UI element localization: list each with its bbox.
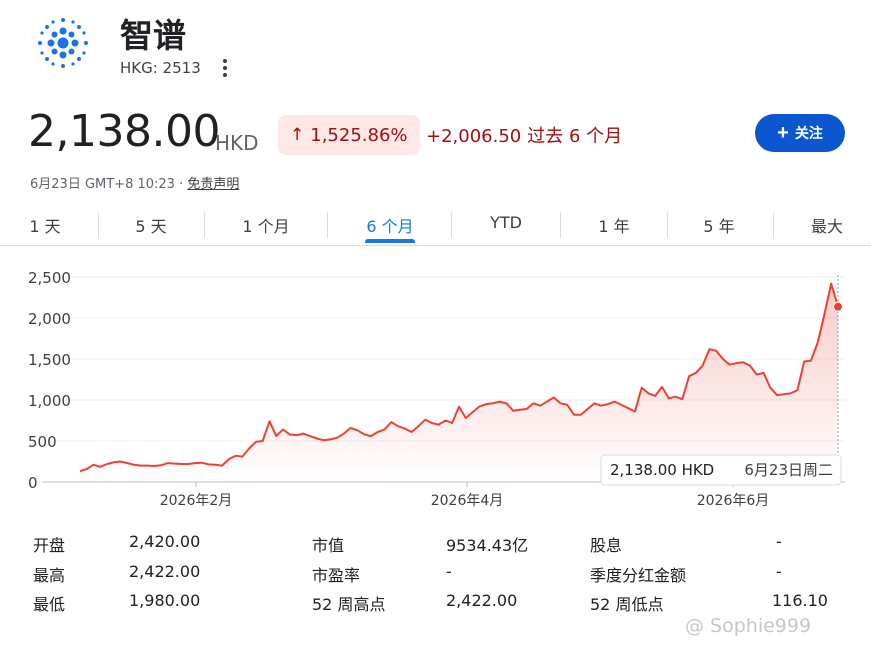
follow-button[interactable]: + 关注	[755, 114, 845, 152]
tab-5[interactable]: 1 年	[598, 213, 629, 237]
quote-timestamp: 6月23日 GMT+8 10:23 · 免责声明	[30, 173, 239, 192]
arrow-up-icon: ↑	[290, 125, 305, 145]
active-tab-indicator	[365, 239, 415, 243]
tab-separator	[98, 212, 99, 238]
tab-separator	[667, 212, 668, 238]
tab-separator	[560, 212, 561, 238]
plus-icon: +	[777, 122, 789, 144]
percent-change: 1,525.86%	[310, 124, 408, 146]
absolute-change-line: +2,006.50 过去 6 个月	[426, 122, 622, 148]
stat-value: -	[776, 562, 782, 581]
current-price: 2,138.00	[28, 106, 220, 157]
ticker-symbol: HKG: 2513	[120, 59, 201, 77]
range-tabs: 1 天 5 天 1 个月 6 个月 YTD 1 年 5 年 最大	[0, 206, 871, 246]
stat-label: 市盈率	[312, 566, 361, 585]
absolute-change: +2,006.50	[426, 126, 522, 147]
price-area	[80, 283, 838, 482]
follow-label: 关注	[794, 125, 823, 141]
stat-label: 最高	[33, 566, 66, 585]
y-tick-label: 1,000	[28, 392, 71, 410]
stat-label: 52 周高点	[312, 595, 386, 614]
tab-separator	[773, 212, 774, 238]
y-tick-label: 2,500	[28, 269, 71, 287]
y-tick-label: 1,500	[28, 351, 71, 369]
tab-2[interactable]: 1 个月	[242, 213, 289, 237]
stat-label: 季度分红金额	[590, 566, 687, 585]
more-vert-icon[interactable]	[218, 57, 232, 79]
watermark: @ Sophie999	[685, 615, 812, 637]
tab-separator	[451, 212, 452, 238]
company-name: 智谱	[120, 16, 186, 55]
stat-value: -	[446, 562, 452, 581]
x-tick-label: 2026年6月	[697, 493, 770, 509]
y-tick-label: 2,000	[28, 310, 71, 328]
stat-value: 2,422.00	[446, 591, 518, 610]
stat-label: 股息	[590, 536, 623, 555]
percent-change-badge: ↑ 1,525.86%	[278, 115, 420, 155]
tab-1[interactable]: 5 天	[135, 213, 166, 237]
last-point-marker	[833, 301, 843, 312]
stat-value: 2,422.00	[129, 562, 201, 581]
price-chart[interactable]: 2,500 2,000 1,500 1,000 500 0 2026年2月 2026年4月 20…	[0, 255, 871, 520]
tab-3[interactable]: 6 个月	[366, 213, 413, 237]
stat-label: 开盘	[33, 536, 66, 555]
tab-7[interactable]: 最大	[811, 213, 843, 237]
tab-separator	[204, 212, 205, 238]
x-tick-label: 2026年2月	[160, 493, 233, 509]
company-logo-icon	[38, 18, 88, 68]
currency: HKD	[215, 131, 259, 155]
stat-label: 最低	[33, 595, 66, 614]
y-tick-label: 0	[28, 474, 38, 492]
tab-separator	[327, 212, 328, 238]
stat-value: 116.10	[772, 591, 828, 610]
timestamp-text: 6月23日 GMT+8 10:23 ·	[30, 177, 188, 192]
stat-label: 52 周低点	[590, 595, 664, 614]
tab-4[interactable]: YTD	[490, 213, 522, 232]
x-tick-label: 2026年4月	[431, 493, 504, 509]
tabs-divider	[0, 245, 871, 246]
disclaimer-link[interactable]: 免责声明	[187, 177, 239, 192]
stat-value: 2,420.00	[129, 532, 201, 551]
period-label: 过去 6 个月	[527, 126, 623, 147]
y-tick-label: 500	[28, 433, 57, 451]
tooltip-date: 6月23日周二	[744, 461, 833, 479]
stat-label: 市值	[312, 536, 345, 555]
stat-value: 1,980.00	[129, 591, 201, 610]
tab-6[interactable]: 5 年	[703, 213, 734, 237]
tooltip-price: 2,138.00 HKD	[610, 461, 714, 479]
tab-0[interactable]: 1 天	[29, 213, 60, 237]
stat-value: 9534.43亿	[446, 536, 529, 555]
stat-value: -	[776, 532, 782, 551]
